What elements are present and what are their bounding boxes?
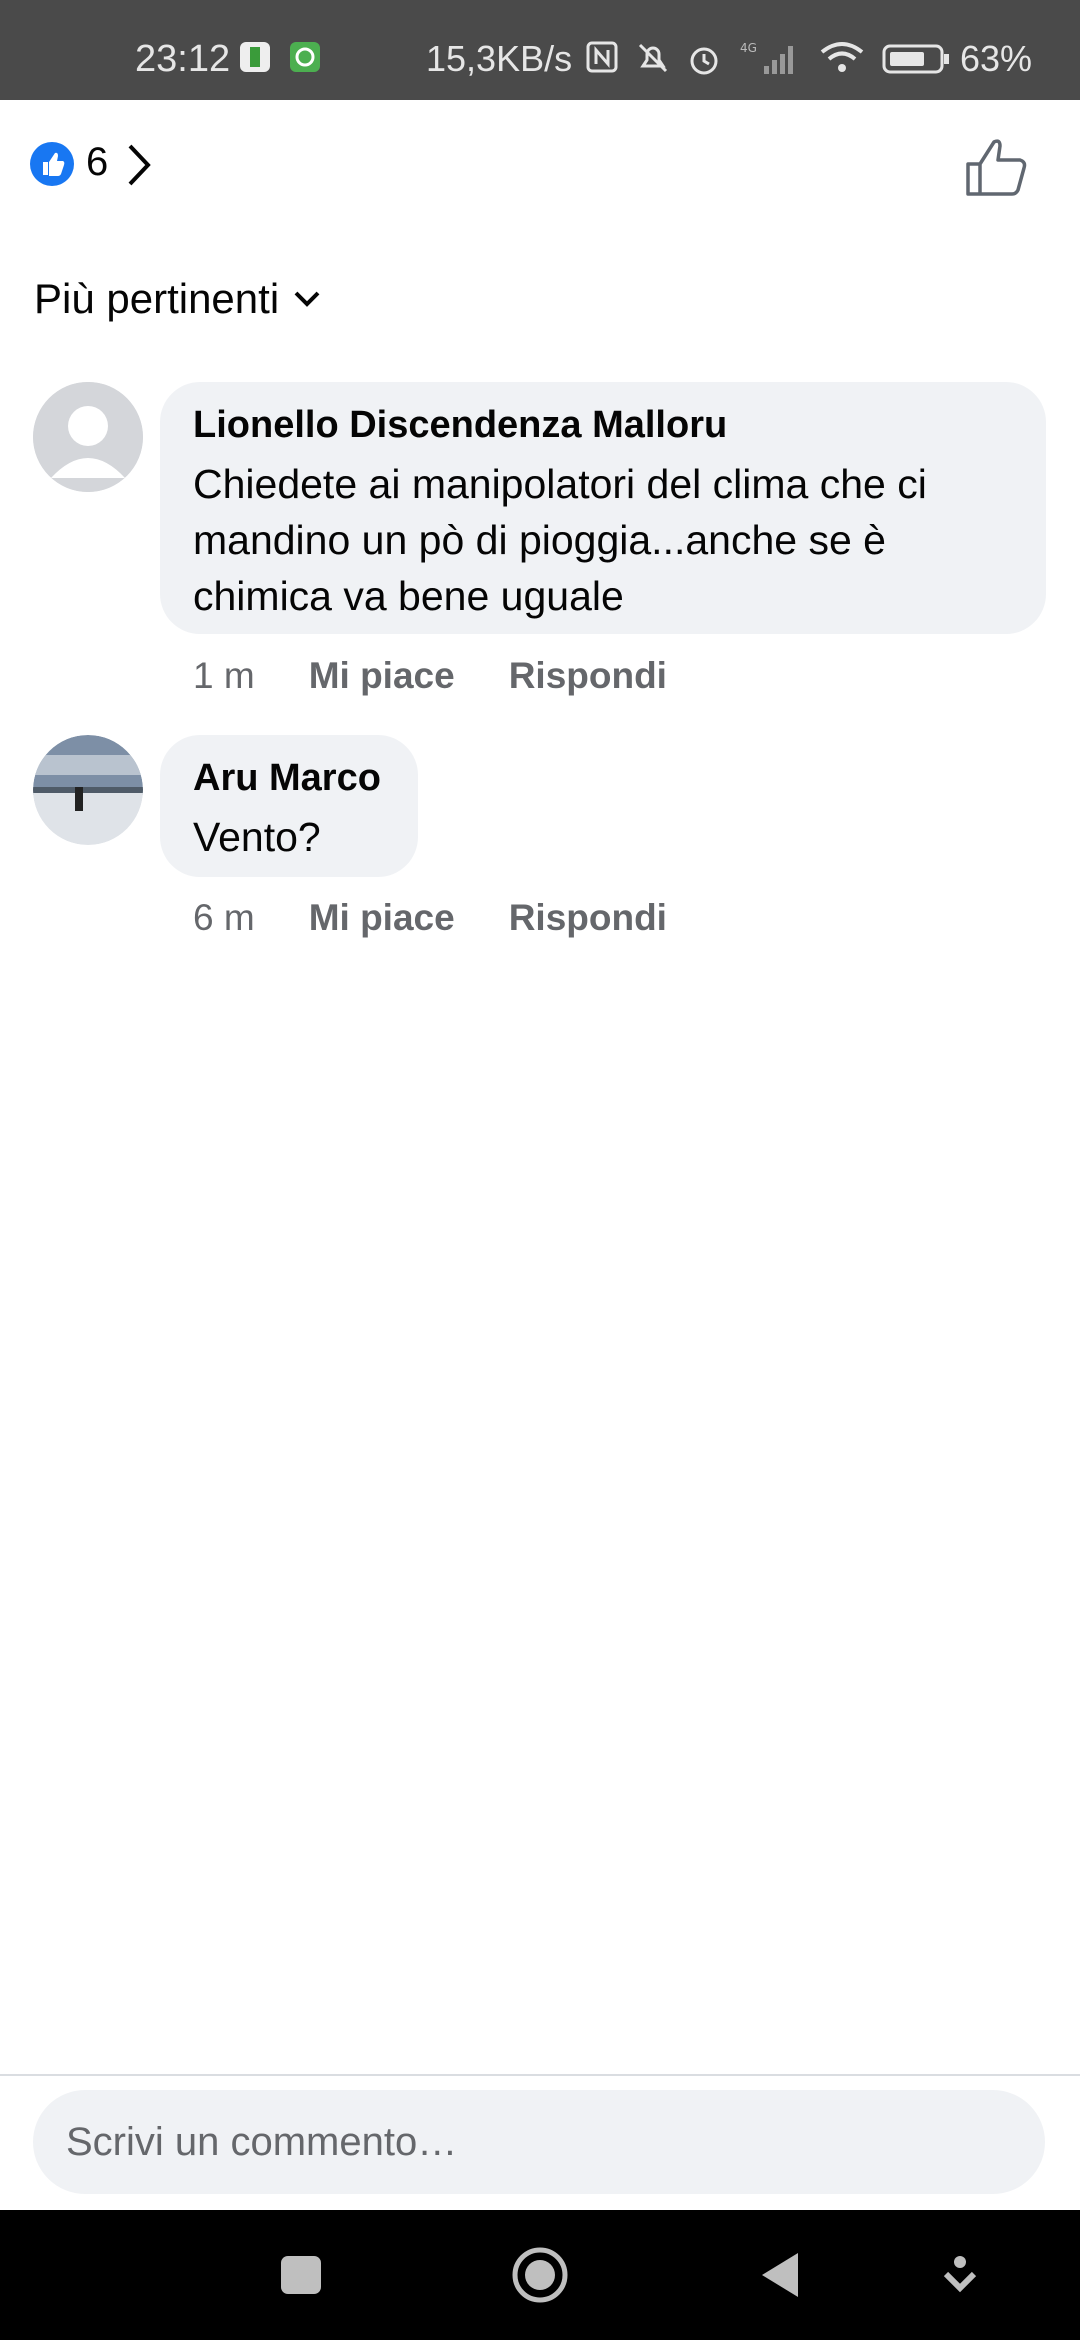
battery-percentage: 63% bbox=[960, 38, 1033, 79]
comment-text: Vento? bbox=[193, 814, 321, 860]
clock: 23:12 bbox=[135, 38, 231, 80]
comment-time: 6 m bbox=[193, 897, 255, 938]
nfc-icon bbox=[585, 40, 619, 79]
avatar[interactable] bbox=[33, 735, 143, 845]
recents-icon[interactable] bbox=[279, 2240, 323, 2315]
sort-label: Più pertinenti bbox=[34, 275, 280, 322]
signal-icon: 4G bbox=[738, 40, 804, 81]
like-comment-button[interactable]: Mi piace bbox=[309, 897, 455, 939]
reply-button[interactable]: Rispondi bbox=[509, 897, 667, 939]
like-button[interactable] bbox=[964, 134, 1030, 205]
comment-author[interactable]: Lionello Discendenza Malloru bbox=[193, 404, 727, 447]
mute-icon bbox=[635, 40, 671, 81]
comment-text: Chiedete ai manipolatori del clima che c… bbox=[193, 461, 927, 619]
home-icon[interactable] bbox=[510, 2240, 570, 2315]
reaction-count[interactable]: 6 bbox=[86, 140, 108, 185]
network-speed: 15,3KB/s bbox=[426, 38, 573, 79]
like-comment-button[interactable]: Mi piace bbox=[309, 655, 455, 697]
comment-actions: 6 m Mi piace Rispondi bbox=[193, 897, 667, 939]
divider bbox=[0, 2074, 1080, 2076]
comment-time: 1 m bbox=[193, 655, 255, 696]
like-reaction-icon[interactable] bbox=[30, 142, 74, 186]
navigation-bar bbox=[0, 2210, 1080, 2340]
avatar[interactable] bbox=[33, 382, 143, 492]
comment-bubble[interactable]: Lionello Discendenza Malloru Chiedete ai… bbox=[160, 382, 1046, 634]
comment-bubble[interactable]: Aru Marco Vento? bbox=[160, 735, 418, 877]
comment-actions: 1 m Mi piace Rispondi bbox=[193, 655, 667, 697]
svg-text:4G: 4G bbox=[740, 41, 757, 55]
reply-button[interactable]: Rispondi bbox=[509, 655, 667, 697]
comment-input[interactable] bbox=[33, 2090, 1045, 2194]
battery-icon bbox=[882, 40, 952, 81]
battery-saver-icon bbox=[238, 40, 272, 79]
wifi-icon bbox=[818, 40, 866, 81]
sort-dropdown[interactable]: Più pertinenti bbox=[34, 275, 321, 323]
alarm-icon bbox=[685, 40, 723, 83]
back-icon[interactable] bbox=[758, 2240, 802, 2315]
comment-author[interactable]: Aru Marco bbox=[193, 757, 381, 800]
chevron-right-icon[interactable] bbox=[124, 142, 154, 193]
menu-down-icon[interactable] bbox=[942, 2240, 978, 2315]
chevron-down-icon bbox=[294, 291, 320, 307]
status-bar: 23:12 15,3KB/s 4G 63% bbox=[0, 0, 1080, 100]
app-notification-icon bbox=[288, 40, 322, 79]
